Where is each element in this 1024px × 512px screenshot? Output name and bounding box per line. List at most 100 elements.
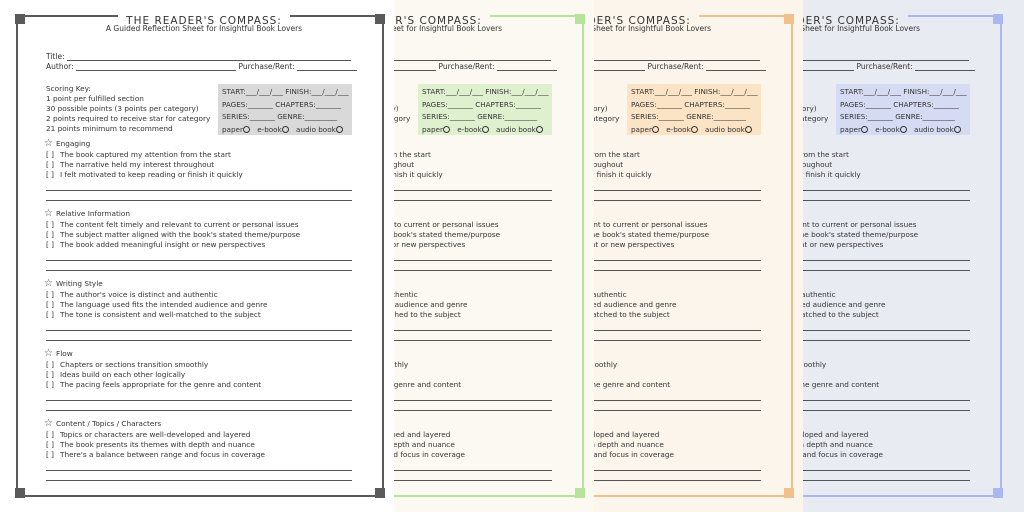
star-outline-icon[interactable]: ☆ (44, 348, 56, 360)
checkbox[interactable]: [ ] (46, 240, 60, 250)
start-field[interactable]: START:___/___/___ (631, 87, 692, 96)
notes-line[interactable] (46, 191, 352, 201)
genre-field[interactable]: GENRE:_________ (277, 112, 337, 121)
checklist-text: The author's voice is distinct and authe… (60, 290, 218, 299)
scoring-heading: Scoring Key: (46, 84, 91, 93)
star-outline-icon[interactable]: ☆ (44, 278, 56, 290)
genre-field[interactable]: GENRE:_________ (895, 112, 955, 121)
notes-line[interactable] (46, 461, 352, 471)
radio-circle-icon[interactable] (481, 125, 489, 133)
checklist-text: I felt motivated to keep reading or fini… (60, 170, 243, 180)
radio-circle-icon[interactable] (535, 125, 543, 133)
section-heading-row: ☆Engaging (44, 138, 354, 150)
purchase-label: Purchase/Rent: (856, 62, 913, 71)
checklist-text: The book captured my attention from the … (60, 150, 231, 159)
checkbox[interactable]: [ ] (46, 220, 60, 230)
checklist-item: [ ]The book captured my attention from t… (44, 150, 354, 160)
checklist-text: Chapters or sections transition smoothly (60, 360, 209, 369)
chapters-field[interactable]: CHAPTERS:_______ (475, 100, 541, 109)
checkbox[interactable]: [ ] (46, 430, 60, 440)
radio-circle-icon[interactable] (651, 125, 659, 133)
star-outline-icon[interactable]: ☆ (44, 138, 56, 150)
series-field[interactable]: SERIES:_______ (840, 112, 893, 121)
chapters-field[interactable]: CHAPTERS:_______ (684, 100, 750, 109)
ebook-option-label: e-book (875, 124, 900, 134)
radio-circle-icon[interactable] (744, 125, 752, 133)
checkbox[interactable]: [ ] (46, 440, 60, 450)
radio-circle-icon[interactable] (281, 125, 289, 133)
checklist-text: The language used fits the intended audi… (60, 300, 268, 310)
notes-line[interactable] (46, 181, 352, 191)
corner-mark (993, 488, 1003, 498)
series-field[interactable]: SERIES:_______ (222, 112, 275, 121)
checkbox[interactable]: [ ] (46, 370, 60, 380)
star-outline-icon[interactable]: ☆ (44, 208, 56, 220)
pages-field[interactable]: PAGES:_______ (222, 100, 273, 109)
title-line[interactable] (67, 53, 351, 61)
purchase-label: Purchase/Rent: (238, 62, 295, 71)
notes-line[interactable] (46, 331, 352, 341)
purchase-line[interactable] (915, 63, 976, 71)
notes-line[interactable] (46, 401, 352, 411)
pages-field[interactable]: PAGES:_______ (840, 100, 891, 109)
purchase-line[interactable] (497, 63, 558, 71)
radio-circle-icon[interactable] (242, 125, 250, 133)
checklist-text: The subject matter aligned with the book… (60, 230, 301, 240)
purchase-line[interactable] (297, 63, 358, 71)
checkbox[interactable]: [ ] (46, 170, 60, 180)
section-heading: Relative Information (56, 209, 130, 218)
finish-field[interactable]: FINISH:___/___/___ (285, 87, 348, 96)
checkbox[interactable]: [ ] (46, 310, 60, 320)
pages-field[interactable]: PAGES:_______ (422, 100, 473, 109)
section-heading-row: ☆Flow (44, 348, 354, 360)
checkbox[interactable]: [ ] (46, 150, 60, 160)
series-field[interactable]: SERIES:_______ (631, 112, 684, 121)
purchase-label: Purchase/Rent: (438, 62, 495, 71)
radio-circle-icon[interactable] (860, 125, 868, 133)
paper-option-label: paper (631, 124, 652, 134)
chapters-field[interactable]: CHAPTERS:_______ (893, 100, 959, 109)
radio-circle-icon[interactable] (690, 125, 698, 133)
notes-line[interactable] (46, 321, 352, 331)
chapters-field[interactable]: CHAPTERS:_______ (275, 100, 341, 109)
ebook-option-label: e-book (457, 124, 482, 134)
checklist-item: [ ]Ideas build on each other logically (44, 370, 354, 380)
notes-line[interactable] (46, 471, 352, 481)
checkbox[interactable]: [ ] (46, 360, 60, 370)
notes-line[interactable] (46, 261, 352, 271)
genre-field[interactable]: GENRE:_________ (686, 112, 746, 121)
radio-circle-icon[interactable] (899, 125, 907, 133)
radio-circle-icon[interactable] (953, 125, 961, 133)
checkbox[interactable]: [ ] (46, 160, 60, 170)
scoring-line: 2 points required to receive star for ca… (46, 114, 211, 123)
start-field[interactable]: START:___/___/___ (840, 87, 901, 96)
star-outline-icon[interactable]: ☆ (44, 418, 56, 430)
finish-field[interactable]: FINISH:___/___/___ (903, 87, 966, 96)
ebook-option-label: e-book (257, 124, 282, 134)
finish-field[interactable]: FINISH:___/___/___ (694, 87, 757, 96)
series-field[interactable]: SERIES:_______ (422, 112, 475, 121)
pages-field[interactable]: PAGES:_______ (631, 100, 682, 109)
checkbox[interactable]: [ ] (46, 300, 60, 310)
checkbox[interactable]: [ ] (46, 230, 60, 240)
genre-field[interactable]: GENRE:_________ (477, 112, 537, 121)
author-field[interactable]: Author: Purchase/Rent: (46, 62, 358, 71)
start-field[interactable]: START:___/___/___ (422, 87, 483, 96)
section-heading: Engaging (56, 139, 91, 148)
author-line[interactable] (76, 63, 237, 71)
purchase-line[interactable] (706, 63, 767, 71)
finish-field[interactable]: FINISH:___/___/___ (485, 87, 548, 96)
radio-circle-icon[interactable] (335, 125, 343, 133)
section-content-topics-characters: ☆Content / Topics / Characters[ ]Topics … (44, 418, 354, 481)
checklist-item: [ ]There's a balance between range and f… (44, 450, 354, 460)
radio-circle-icon[interactable] (442, 125, 450, 133)
start-field[interactable]: START:___/___/___ (222, 87, 283, 96)
checkbox[interactable]: [ ] (46, 380, 60, 390)
checklist-item: [ ]The book presents its themes with dep… (44, 440, 354, 450)
notes-line[interactable] (46, 391, 352, 401)
author-label: Author: (46, 62, 74, 71)
checkbox[interactable]: [ ] (46, 450, 60, 460)
checkbox[interactable]: [ ] (46, 290, 60, 300)
notes-line[interactable] (46, 251, 352, 261)
title-field[interactable]: Title: (46, 52, 351, 61)
